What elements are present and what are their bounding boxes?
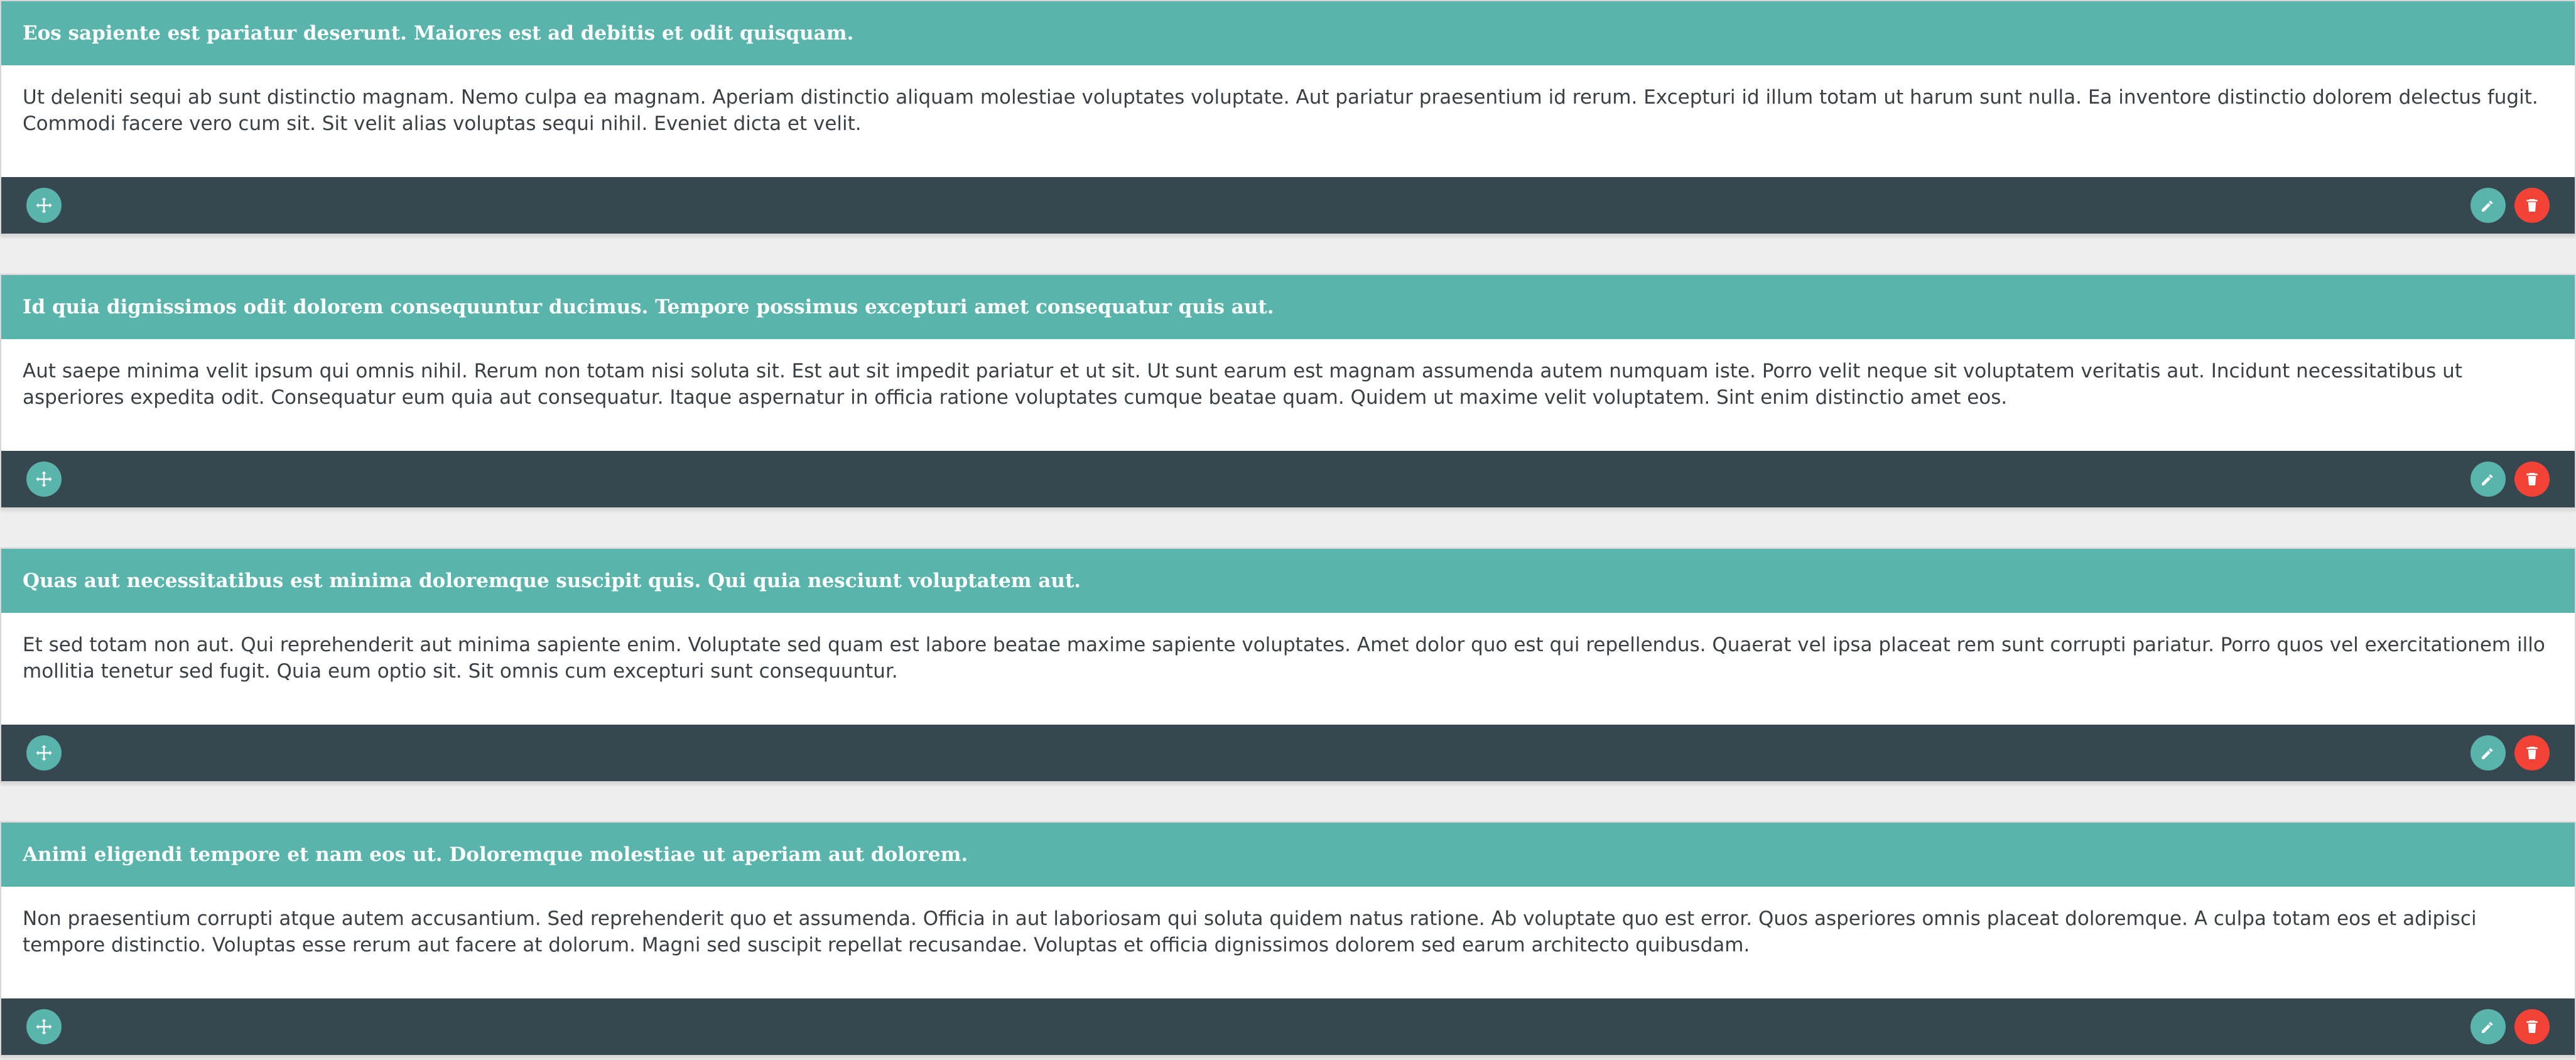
card-title: Quas aut necessitatibus est minima dolor… [23, 570, 1081, 592]
card-actions [2470, 1009, 2550, 1044]
card-footer [1, 451, 2575, 507]
card-footer [1, 725, 2575, 781]
card-footer [1, 177, 2575, 234]
edit-button[interactable] [2470, 462, 2506, 497]
delete-button[interactable] [2514, 188, 2550, 223]
card-title: Animi eligendi tempore et nam eos ut. Do… [23, 843, 968, 866]
card: Animi eligendi tempore et nam eos ut. Do… [0, 821, 2576, 1056]
card-title: Eos sapiente est pariatur deserunt. Maio… [23, 22, 854, 45]
trash-icon [2526, 1020, 2538, 1033]
pencil-icon [2482, 748, 2493, 759]
card-header: Eos sapiente est pariatur deserunt. Maio… [1, 1, 2575, 65]
move-icon [36, 197, 52, 214]
move-button[interactable] [26, 1009, 62, 1044]
edit-button[interactable] [2470, 1009, 2506, 1044]
move-icon [36, 471, 52, 487]
card-footer [1, 998, 2575, 1055]
delete-button[interactable] [2514, 462, 2550, 497]
card-list: Eos sapiente est pariatur deserunt. Maio… [0, 0, 2576, 1060]
pencil-icon [2482, 474, 2493, 485]
trash-icon [2526, 199, 2538, 212]
card-header: Quas aut necessitatibus est minima dolor… [1, 549, 2575, 613]
move-button[interactable] [26, 462, 62, 497]
pencil-icon [2482, 1022, 2493, 1033]
card-actions [2470, 462, 2550, 497]
move-button[interactable] [26, 735, 62, 771]
card-body: Et sed totam non aut. Qui reprehenderit … [23, 634, 2545, 683]
move-button[interactable] [26, 188, 62, 223]
card-body: Aut saepe minima velit ipsum qui omnis n… [23, 360, 2462, 409]
delete-button[interactable] [2514, 735, 2550, 771]
pencil-icon [2482, 200, 2493, 212]
move-icon [36, 745, 52, 761]
card: Eos sapiente est pariatur deserunt. Maio… [0, 0, 2576, 235]
edit-button[interactable] [2470, 735, 2506, 771]
card-actions [2470, 735, 2550, 771]
card: Id quia dignissimos odit dolorem consequ… [0, 274, 2576, 509]
trash-icon [2526, 747, 2538, 759]
move-icon [36, 1019, 52, 1035]
edit-button[interactable] [2470, 188, 2506, 223]
card-body: Non praesentium corrupti atque autem acc… [23, 907, 2477, 956]
trash-icon [2526, 473, 2538, 485]
card-actions [2470, 188, 2550, 223]
delete-button[interactable] [2514, 1009, 2550, 1044]
card: Quas aut necessitatibus est minima dolor… [0, 548, 2576, 782]
card-header: Id quia dignissimos odit dolorem consequ… [1, 275, 2575, 339]
card-header: Animi eligendi tempore et nam eos ut. Do… [1, 823, 2575, 887]
card-body: Ut deleniti sequi ab sunt distinctio mag… [23, 86, 2538, 135]
card-title: Id quia dignissimos odit dolorem consequ… [23, 296, 1274, 318]
